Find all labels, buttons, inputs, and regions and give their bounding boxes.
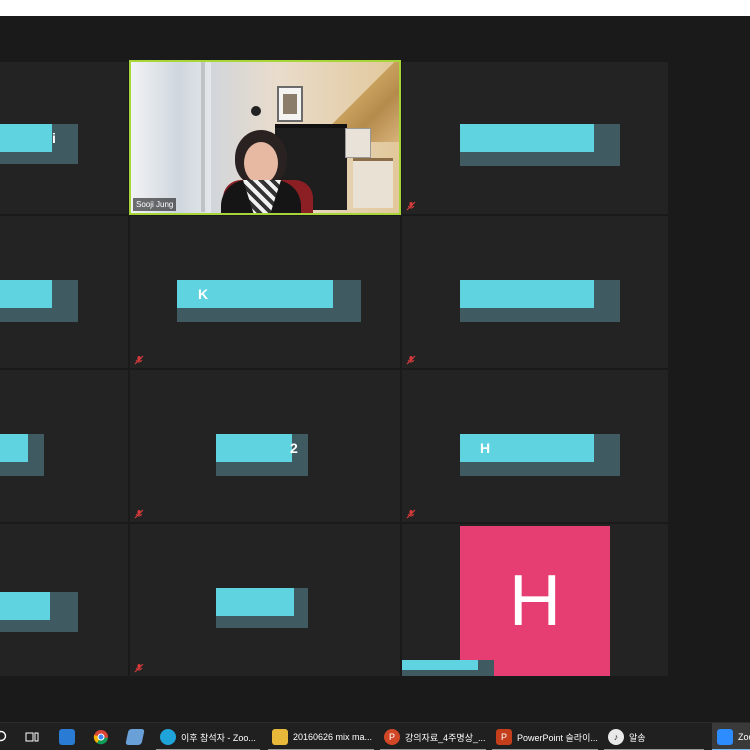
zoom-icon — [717, 729, 733, 745]
participant-tile[interactable] — [402, 62, 668, 214]
search-button[interactable] — [0, 723, 12, 750]
redaction-bar — [0, 280, 52, 308]
search-icon — [0, 730, 7, 742]
taskbar-item-label: Zoo — [738, 732, 750, 742]
redaction-bar — [460, 124, 594, 152]
powerpoint-icon: P — [384, 729, 400, 745]
taskbar-item-label: 이후 참석자 - Zoo... — [181, 732, 256, 743]
taskbar-item-powerpoint[interactable]: P 강의자료_4주명상_... — [380, 723, 486, 750]
gallery-view: i Sooji Jung K 2 H H — [0, 16, 750, 722]
video-feed — [131, 62, 399, 213]
muted-mic-icon — [134, 663, 144, 673]
participant-tile[interactable] — [0, 370, 128, 522]
redaction-bar — [216, 588, 294, 616]
name-fragment: 2 — [290, 440, 298, 456]
participant-tile[interactable]: 2 — [130, 370, 400, 522]
task-view-icon — [25, 732, 39, 742]
taskbar-item-folder[interactable]: 20160626 mix ma... — [268, 723, 374, 750]
file-explorer-button[interactable] — [56, 723, 78, 750]
redaction-bar — [460, 280, 594, 308]
chrome-button[interactable] — [90, 723, 112, 750]
participant-avatar: H — [460, 526, 610, 676]
taskbar-item-alsong[interactable]: ♪ 알송 — [604, 723, 704, 750]
muted-mic-icon — [134, 355, 144, 365]
file-explorer-icon — [59, 729, 75, 745]
taskbar-item-label: 20160626 mix ma... — [293, 732, 373, 742]
taskbar-item-powerpoint-slides[interactable]: P PowerPoint 슬라이... — [492, 723, 598, 750]
taskbar-item-label: PowerPoint 슬라이... — [517, 732, 598, 743]
active-speaker-tile[interactable]: Sooji Jung — [129, 60, 401, 215]
redaction-bar — [402, 660, 478, 670]
app-button[interactable] — [124, 723, 146, 750]
task-view-button[interactable] — [22, 723, 42, 750]
participant-tile[interactable] — [402, 216, 668, 368]
participant-tile[interactable]: K — [130, 216, 400, 368]
taskbar-item-label: 강의자료_4주명상_... — [405, 732, 486, 743]
participant-tile[interactable] — [130, 524, 400, 676]
name-fragment: H — [480, 440, 491, 456]
redaction-bar — [0, 592, 50, 620]
muted-mic-icon — [406, 355, 416, 365]
participant-tile[interactable] — [0, 216, 128, 368]
taskbar-item-label: 알송 — [629, 732, 646, 743]
app-icon — [125, 729, 145, 745]
participant-tile[interactable]: H — [402, 524, 668, 676]
participant-name-label: Sooji Jung — [133, 198, 177, 211]
redaction-bar — [216, 434, 292, 462]
folder-icon — [272, 729, 288, 745]
chrome-icon — [93, 730, 108, 745]
taskbar-item-edge[interactable]: 이후 참석자 - Zoo... — [156, 723, 260, 750]
muted-mic-icon — [406, 509, 416, 519]
redaction-bar — [0, 124, 52, 152]
taskbar-item-zoom[interactable]: Zoo — [712, 723, 750, 750]
muted-mic-icon — [406, 201, 416, 211]
name-fragment: i — [52, 130, 56, 146]
windows-taskbar: 이후 참석자 - Zoo... 20160626 mix ma... P 강의자… — [0, 722, 750, 750]
edge-icon — [160, 729, 176, 745]
alsong-icon: ♪ — [608, 729, 624, 745]
muted-mic-icon — [134, 509, 144, 519]
top-white-strip — [0, 0, 750, 16]
participant-tile[interactable] — [0, 524, 128, 676]
powerpoint-slides-icon: P — [496, 729, 512, 745]
participant-tile[interactable]: H — [402, 370, 668, 522]
participant-tile[interactable]: i — [0, 62, 128, 214]
redaction-bar — [0, 434, 28, 462]
name-fragment: K — [198, 286, 209, 302]
